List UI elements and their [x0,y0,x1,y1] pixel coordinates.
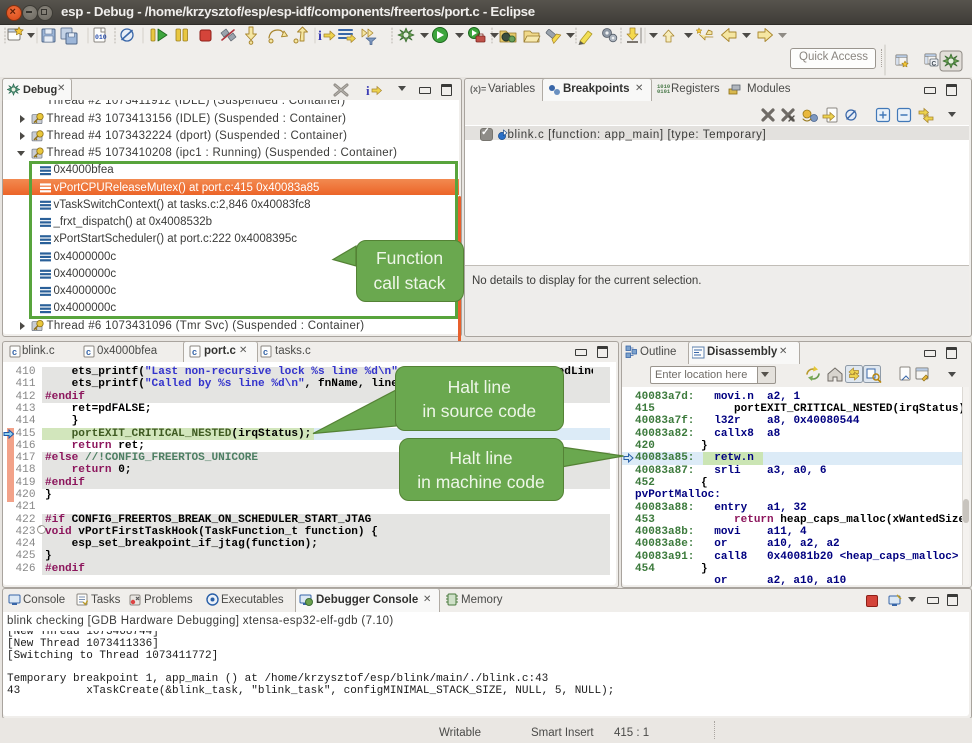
svg-text:i: i [366,83,370,98]
svg-text:i: i [318,29,322,44]
svg-text:c: c [86,347,91,357]
svg-text:c: c [263,347,268,357]
svg-text:010: 010 [95,34,107,41]
svg-text:c: c [192,347,197,357]
svg-text:C: C [932,61,937,68]
svg-text:c: c [12,347,17,357]
